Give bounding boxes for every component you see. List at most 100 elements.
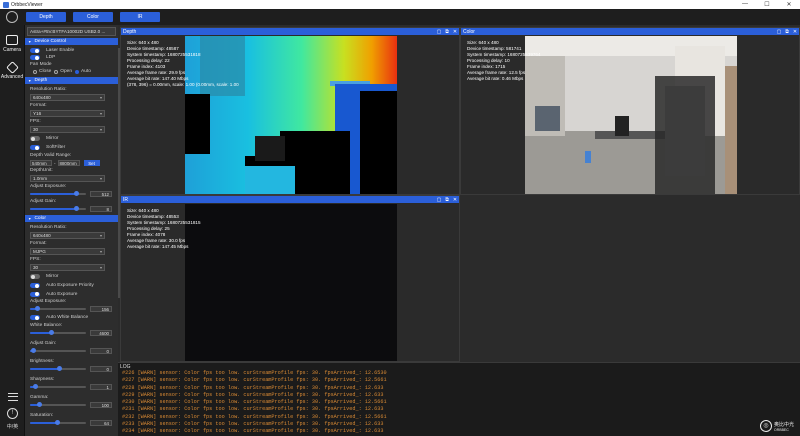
minimize-button[interactable]: — bbox=[734, 1, 756, 8]
tab-ir[interactable]: IR bbox=[120, 12, 160, 22]
fan-mode-label: Fan Mode bbox=[30, 62, 52, 67]
section-device-control[interactable]: Device Control bbox=[25, 38, 118, 45]
orbbec-viewer-window: OrbbecViewer — ☐ ✕ Depth Color IR Camera… bbox=[0, 0, 800, 436]
auto-white-balance-label: Auto White Balance bbox=[46, 315, 89, 320]
section-depth[interactable]: Depth bbox=[25, 77, 118, 84]
color-stats-overlay: Size: 640 x 480 Device timestamp: 581741… bbox=[467, 40, 541, 81]
tab-color[interactable]: Color bbox=[73, 12, 113, 22]
log-line: #231 [WARN] sensor: Color fps too low. c… bbox=[122, 406, 384, 413]
color-resolution-select[interactable]: 640x480 bbox=[30, 232, 105, 239]
depth-format-select[interactable]: Y16 bbox=[30, 110, 105, 117]
info-icon[interactable]: ! bbox=[7, 408, 18, 419]
ir-float-button[interactable]: ▢ bbox=[435, 197, 443, 203]
log-line: #228 [WARN] sensor: Color fps too low. c… bbox=[122, 384, 384, 391]
depth-exposure-value[interactable]: 512 bbox=[90, 191, 112, 197]
depth-resolution-label: Resolution Ratio: bbox=[30, 87, 67, 92]
log-panel: LOG #226 [WARN] sensor: Color fps too lo… bbox=[118, 362, 800, 436]
sharpness-slider[interactable] bbox=[30, 384, 86, 389]
range-separator: - bbox=[54, 160, 56, 166]
saturation-label: Saturation: bbox=[30, 413, 54, 418]
color-exposure-label: Adjust Exposure: bbox=[30, 299, 67, 304]
ir-stats-overlay: Size: 640 x 480 Device timestamp: 48553 … bbox=[127, 208, 201, 249]
range-min-input[interactable]: 540mm bbox=[30, 160, 52, 166]
control-sidebar: Astra+#5V.BYTFA10002D USB2.0 ... Device … bbox=[25, 25, 118, 436]
range-max-input[interactable]: 8800mm bbox=[57, 160, 80, 166]
fan-auto-radio[interactable] bbox=[75, 69, 80, 74]
depth-dock-button[interactable]: ⧉ bbox=[443, 29, 451, 35]
color-exposure-value[interactable]: 156 bbox=[90, 306, 112, 312]
log-title: LOG bbox=[120, 363, 131, 370]
auto-white-balance-toggle[interactable] bbox=[30, 315, 40, 320]
depth-gain-value[interactable]: 8 bbox=[90, 206, 112, 212]
brightness-slider[interactable] bbox=[30, 366, 86, 371]
ir-stream-view[interactable] bbox=[185, 204, 397, 361]
depth-close-button[interactable]: ✕ bbox=[451, 29, 459, 35]
depth-unit-label: DepthUnit: bbox=[30, 168, 53, 173]
color-format-select[interactable]: MJPG bbox=[30, 248, 105, 255]
gamma-value[interactable]: 100 bbox=[90, 402, 112, 408]
range-set-button[interactable]: Set bbox=[83, 160, 100, 166]
white-balance-value[interactable]: 4600 bbox=[90, 330, 112, 336]
device-select[interactable]: Astra+#5V.BYTFA10002D USB2.0 ... bbox=[27, 27, 116, 36]
depth-gain-slider[interactable] bbox=[30, 206, 86, 211]
brightness-value[interactable]: 0 bbox=[90, 366, 112, 372]
auto-exposure-toggle[interactable] bbox=[30, 291, 40, 297]
nav-advanced-label: Advanced bbox=[0, 74, 24, 80]
depth-float-button[interactable]: ▢ bbox=[435, 29, 443, 35]
softfilter-toggle[interactable] bbox=[30, 145, 40, 150]
depth-panel-header: Depth ▢ ⧉ ✕ bbox=[121, 28, 459, 35]
depth-format-label: Format: bbox=[30, 103, 47, 108]
nav-advanced[interactable]: Advanced bbox=[0, 61, 24, 80]
color-format-label: Format: bbox=[30, 241, 47, 246]
section-color[interactable]: Color bbox=[25, 215, 118, 222]
gamma-slider[interactable] bbox=[30, 402, 86, 407]
color-mirror-toggle[interactable] bbox=[30, 274, 40, 279]
color-fps-label: FPS: bbox=[30, 257, 41, 262]
nav-camera[interactable]: Camera bbox=[0, 35, 24, 53]
color-close-button[interactable]: ✕ bbox=[791, 29, 799, 35]
softfilter-label: SoftFilter bbox=[46, 145, 66, 150]
color-stream-view[interactable] bbox=[525, 36, 737, 194]
auto-exposure-label: Auto Exposure bbox=[46, 291, 78, 297]
stream-tab-bar: Depth Color IR bbox=[0, 9, 800, 25]
color-float-button[interactable]: ▢ bbox=[775, 29, 783, 35]
saturation-value[interactable]: 64 bbox=[90, 420, 112, 426]
white-balance-slider[interactable] bbox=[30, 330, 86, 335]
auto-exposure-priority-toggle[interactable] bbox=[30, 283, 40, 288]
color-panel-header: Color ▢ ⧉ ✕ bbox=[461, 28, 799, 35]
color-fps-select[interactable]: 30 bbox=[30, 264, 105, 271]
color-gain-slider[interactable] bbox=[30, 348, 86, 353]
watermark-sub: ORBBEC bbox=[773, 427, 789, 432]
ir-panel-title: IR bbox=[123, 196, 128, 203]
color-exposure-slider[interactable] bbox=[30, 306, 86, 311]
ldp-toggle[interactable] bbox=[30, 55, 40, 60]
auto-exposure-priority-label: Auto Exposure Priority bbox=[46, 283, 94, 288]
color-dock-button[interactable]: ⧉ bbox=[783, 29, 791, 35]
language-toggle[interactable]: 中/英 bbox=[7, 423, 18, 430]
white-balance-label: White Balance: bbox=[30, 323, 63, 328]
menu-icon[interactable] bbox=[7, 393, 18, 401]
depth-unit-select[interactable]: 1.0mm bbox=[30, 175, 105, 182]
laser-toggle[interactable] bbox=[30, 48, 40, 53]
tab-depth[interactable]: Depth bbox=[26, 12, 66, 22]
ir-dock-button[interactable]: ⧉ bbox=[443, 197, 451, 203]
depth-mirror-toggle[interactable] bbox=[30, 136, 40, 141]
depth-fps-label: FPS: bbox=[30, 119, 41, 124]
fan-close-label: Close bbox=[39, 69, 52, 74]
maximize-button[interactable]: ☐ bbox=[756, 1, 778, 8]
fan-close-radio[interactable] bbox=[33, 69, 37, 74]
depth-mirror-label: Mirror bbox=[46, 136, 59, 141]
saturation-slider[interactable] bbox=[30, 420, 86, 425]
sharpness-value[interactable]: 1 bbox=[90, 384, 112, 390]
depth-resolution-select[interactable]: 640x480 bbox=[30, 94, 105, 101]
depth-fps-select[interactable]: 30 bbox=[30, 126, 105, 133]
app-icon bbox=[3, 1, 9, 8]
depth-exposure-slider[interactable] bbox=[30, 191, 86, 196]
laser-label: Laser Enable bbox=[46, 48, 75, 53]
log-line: #229 [WARN] sensor: Color fps too low. c… bbox=[122, 391, 384, 398]
fan-open-radio[interactable] bbox=[54, 69, 59, 74]
close-button[interactable]: ✕ bbox=[778, 1, 800, 8]
ir-close-button[interactable]: ✕ bbox=[451, 197, 459, 203]
cube-icon bbox=[5, 61, 19, 74]
color-gain-value[interactable]: 0 bbox=[90, 348, 112, 354]
